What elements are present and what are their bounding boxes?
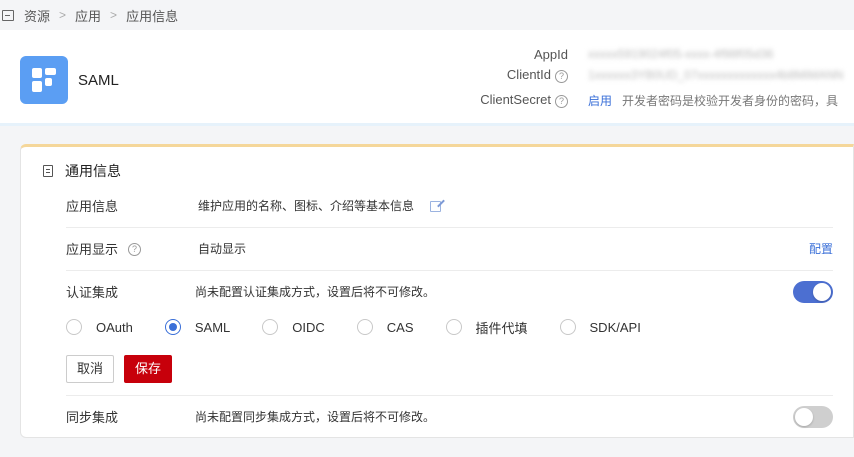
sync-integration-toggle[interactable] — [793, 406, 833, 428]
help-icon[interactable]: ? — [555, 70, 568, 83]
radio-label: 插件代填 — [475, 320, 528, 336]
help-icon[interactable]: ? — [555, 95, 568, 108]
cancel-button[interactable]: 取消 — [66, 355, 115, 383]
radio-label: CAS — [386, 319, 414, 335]
protocol-radio-4[interactable]: 插件代填 — [445, 318, 528, 337]
radio-label: OAuth — [96, 319, 133, 335]
radio-circle[interactable] — [262, 319, 279, 335]
app-info-value: 维护应用的名称、图标、介绍等基本信息 — [198, 185, 442, 228]
appid-row: AppId xxxxx5919024f05-xxxx-4f98f05d36 — [470, 44, 854, 64]
radio-circle[interactable] — [66, 319, 82, 335]
app-display-row: 应用显示? 自动显示 配置 — [66, 228, 833, 271]
clientid-value: 1xxxxxx3YB0UD_07xxxxxxxxxxxxx4b8MiMANN — [588, 68, 844, 82]
clientsecret-label: ClientSecret? — [470, 92, 568, 108]
auth-integration-label: 认证集成 — [66, 285, 119, 300]
help-icon[interactable]: ? — [128, 243, 142, 256]
appid-value: xxxxx5919024f05-xxxx-4f98f05d36 — [588, 47, 774, 61]
auth-integration-row: 认证集成 尚未配置认证集成方式，设置后将不可修改。 — [66, 271, 833, 314]
section-title: 通用信息 — [43, 161, 121, 181]
section-title-text: 通用信息 — [65, 163, 121, 179]
general-info-section: 通用信息 应用信息 维护应用的名称、图标、介绍等基本信息 应用显示? 自动显示 … — [20, 144, 854, 438]
auth-integration-value: 尚未配置认证集成方式，设置后将不可修改。 — [195, 285, 436, 299]
protocol-radio-0[interactable]: OAuth — [66, 319, 133, 335]
breadcrumb-separator: > — [59, 8, 67, 22]
app-logo-icon — [20, 56, 68, 104]
radio-circle[interactable] — [356, 319, 373, 335]
appid-label: AppId — [534, 46, 568, 62]
breadcrumb: 资源 > 应用 > 应用信息 — [0, 0, 854, 30]
breadcrumb-separator: > — [110, 8, 118, 22]
radio-label: SAML — [194, 319, 231, 335]
sync-integration-label: 同步集成 — [66, 410, 119, 425]
radio-label: OIDC — [292, 319, 325, 335]
protocol-radio-3[interactable]: CAS — [356, 319, 414, 335]
sync-integration-value: 尚未配置同步集成方式，设置后将不可修改。 — [195, 410, 436, 424]
enable-secret-link[interactable]: 启用 — [588, 92, 612, 109]
app-display-value: 自动显示 — [198, 242, 247, 256]
clientsecret-description: 开发者密码是校验开发者身份的密码，具 — [622, 93, 839, 108]
protocol-radio-2[interactable]: OIDC — [262, 319, 325, 335]
clientid-label: ClientId? — [470, 67, 568, 83]
app-info-row: 应用信息 维护应用的名称、图标、介绍等基本信息 — [66, 185, 833, 228]
radio-circle[interactable] — [445, 319, 462, 335]
resource-icon — [2, 9, 14, 21]
protocol-radio-1[interactable]: SAML — [164, 319, 231, 335]
protocol-radio-5[interactable]: SDK/API — [559, 319, 641, 335]
radio-circle[interactable] — [559, 319, 576, 335]
save-button[interactable]: 保存 — [124, 355, 173, 383]
document-icon — [43, 165, 53, 177]
auth-integration-toggle[interactable] — [793, 281, 833, 303]
edit-icon[interactable] — [430, 201, 442, 212]
radio-label: SDK/API — [589, 319, 641, 335]
clientid-row: ClientId? 1xxxxxx3YB0UD_07xxxxxxxxxxxxx4… — [470, 65, 854, 85]
sync-integration-row: 同步集成 尚未配置同步集成方式，设置后将不可修改。 — [66, 395, 833, 438]
app-header-card: SAML AppId xxxxx5919024f05-xxxx-4f98f05d… — [0, 30, 854, 126]
breadcrumb-item-app-info: 应用信息 — [126, 8, 179, 24]
radio-circle[interactable] — [164, 319, 181, 335]
app-display-label: 应用显示? — [66, 228, 142, 271]
breadcrumb-item-apps[interactable]: 应用 — [75, 6, 101, 25]
protocol-radio-group: OAuth SAML OIDC CAS 插件代填 SDK/API — [66, 315, 673, 339]
app-info-label: 应用信息 — [66, 199, 119, 214]
breadcrumb-item-resources[interactable]: 资源 — [24, 6, 50, 25]
config-link[interactable]: 配置 — [809, 228, 833, 271]
app-name: SAML — [78, 72, 119, 89]
clientsecret-row: ClientSecret? 启用 开发者密码是校验开发者身份的密码，具 — [470, 90, 854, 110]
